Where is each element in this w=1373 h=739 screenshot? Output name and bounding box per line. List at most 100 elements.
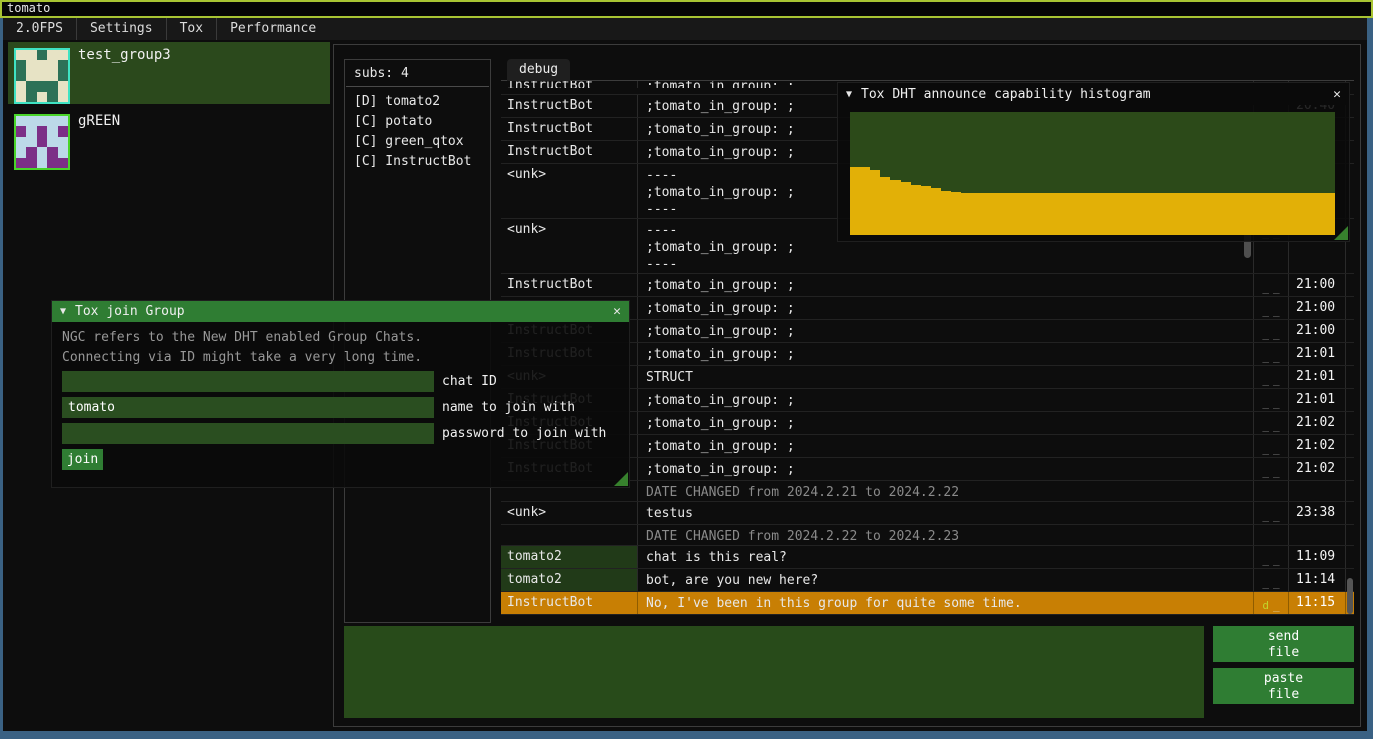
avatar-pixel: [37, 116, 47, 126]
collapse-arrow-icon[interactable]: ▼: [60, 306, 66, 317]
histogram-bar: [981, 193, 991, 235]
histogram-bar: [1234, 193, 1244, 235]
avatar-pixel: [16, 50, 26, 60]
chat-id-input[interactable]: [62, 371, 434, 392]
message-text-cell: testus: [638, 502, 1254, 524]
tab-debug[interactable]: debug: [507, 59, 570, 81]
histogram-bar: [921, 186, 931, 235]
close-icon[interactable]: ✕: [613, 304, 621, 319]
group-row-gREEN[interactable]: gREEN: [8, 108, 330, 170]
send-file-button[interactable]: send file: [1213, 626, 1354, 662]
pending-flag: _: [1260, 373, 1271, 386]
histogram-bar: [1123, 193, 1133, 235]
message-time-cell: 21:01: [1289, 389, 1346, 411]
menu-item-settings[interactable]: Settings: [77, 18, 167, 40]
join-resize-grip[interactable]: [614, 472, 628, 486]
message-row[interactable]: tomato2chat is this real?__11:09: [501, 546, 1354, 569]
message-text-cell: ;tomato_in_group: ;: [638, 412, 1254, 434]
message-name-cell: <unk>: [501, 164, 638, 218]
pending-flag: _: [1271, 553, 1282, 566]
join-name-input[interactable]: [62, 397, 434, 418]
message-time-cell: 23:38: [1289, 502, 1346, 524]
window-titlebar[interactable]: tomato: [0, 0, 1373, 18]
histogram-bar: [1133, 193, 1143, 235]
histogram-bar: [961, 193, 971, 235]
avatar-pixel: [47, 71, 57, 81]
histogram-resize-grip[interactable]: [1334, 226, 1348, 240]
menubar: 2.0FPSSettingsToxPerformance: [3, 18, 1367, 40]
message-text-cell: ;tomato_in_group: ;: [638, 435, 1254, 457]
close-icon[interactable]: ✕: [1333, 87, 1341, 102]
collapse-arrow-icon[interactable]: ▼: [846, 89, 852, 100]
message-name-cell: [501, 525, 638, 545]
message-text-cell: DATE CHANGED from 2024.2.21 to 2024.2.22: [638, 481, 1254, 501]
histogram-bar: [1022, 193, 1032, 235]
message-input[interactable]: [344, 626, 1204, 718]
message-row[interactable]: tomato2bot, are you new here?__11:14: [501, 569, 1354, 592]
join-group-window-title: Tox join Group: [75, 304, 185, 319]
histogram-bar: [1244, 193, 1254, 235]
histogram-bar: [1113, 193, 1123, 235]
histogram-bar: [1032, 193, 1042, 235]
avatar-pixel: [16, 71, 26, 81]
avatar-pixel: [47, 50, 57, 60]
avatar-pixel: [58, 137, 68, 147]
join-group-window-body: NGC refers to the New DHT enabled Group …: [52, 322, 629, 487]
avatar-pixel: [58, 60, 68, 70]
message-flags-cell: __: [1254, 458, 1289, 480]
member-item[interactable]: [C] potato: [354, 112, 481, 132]
avatar-pixel: [16, 137, 26, 147]
histogram-window-titlebar[interactable]: ▼ Tox DHT announce capability histogram …: [838, 83, 1349, 105]
message-line: ----: [646, 256, 1245, 273]
message-flags-cell: __: [1254, 546, 1289, 568]
message-time-cell: 21:00: [1289, 297, 1346, 319]
messages-scrollbar-thumb[interactable]: [1347, 578, 1353, 614]
pending-flag: _: [1260, 442, 1271, 455]
message-row[interactable]: InstructBot;tomato_in_group: ;__21:00: [501, 274, 1354, 297]
menu-item-performance[interactable]: Performance: [217, 18, 329, 40]
message-time-cell: 21:02: [1289, 412, 1346, 434]
histogram-window-body: [838, 105, 1349, 241]
member-item[interactable]: [C] green_qtox: [354, 132, 481, 152]
join-password-input[interactable]: [62, 423, 434, 444]
tabbar: debug: [501, 59, 1354, 81]
message-line: chat is this real?: [646, 549, 1245, 566]
avatar-pixel: [26, 126, 36, 136]
delivered-flag: d: [1260, 599, 1271, 612]
join-group-window-titlebar[interactable]: ▼ Tox join Group ✕: [52, 301, 629, 322]
message-text-cell: No, I've been in this group for quite so…: [638, 592, 1254, 614]
histogram-bar: [951, 192, 961, 235]
message-row[interactable]: DATE CHANGED from 2024.2.22 to 2024.2.23: [501, 525, 1354, 546]
histogram-bar: [1315, 193, 1325, 235]
join-button[interactable]: join: [62, 449, 103, 470]
avatar-pixel: [26, 92, 36, 102]
paste-file-button[interactable]: paste file: [1213, 668, 1354, 704]
message-name-cell: InstructBot: [501, 592, 638, 614]
member-item[interactable]: [C] InstructBot: [354, 152, 481, 172]
avatar-pixel: [37, 126, 47, 136]
avatar-pixel: [37, 158, 47, 168]
histogram-bar: [911, 185, 921, 235]
histogram-window-title: Tox DHT announce capability histogram: [861, 87, 1151, 102]
histogram-bar: [1012, 193, 1022, 235]
histogram-bar: [971, 193, 981, 235]
message-time-cell: 21:02: [1289, 458, 1346, 480]
member-item[interactable]: [D] tomato2: [354, 92, 481, 112]
histogram-bar: [1214, 193, 1224, 235]
avatar-pixel: [47, 92, 57, 102]
avatar-pixel: [16, 81, 26, 91]
pending-flag: _: [1271, 396, 1282, 409]
menu-item-tox[interactable]: Tox: [167, 18, 217, 40]
histogram-bar: [1285, 193, 1295, 235]
histogram-bar: [1204, 193, 1214, 235]
histogram-bar: [1002, 193, 1012, 235]
message-row[interactable]: <unk>testus__23:38: [501, 502, 1354, 525]
pending-flag: _: [1271, 465, 1282, 478]
message-name-cell: InstructBot: [501, 95, 638, 117]
pending-flag: _: [1271, 442, 1282, 455]
app-window: tomato 2.0FPSSettingsToxPerformance test…: [0, 0, 1373, 739]
message-row[interactable]: InstructBotNo, I've been in this group f…: [501, 592, 1354, 615]
pending-flag: _: [1271, 350, 1282, 363]
join-name-label: name to join with: [442, 397, 575, 418]
group-row-test_group3[interactable]: test_group3: [8, 42, 330, 104]
